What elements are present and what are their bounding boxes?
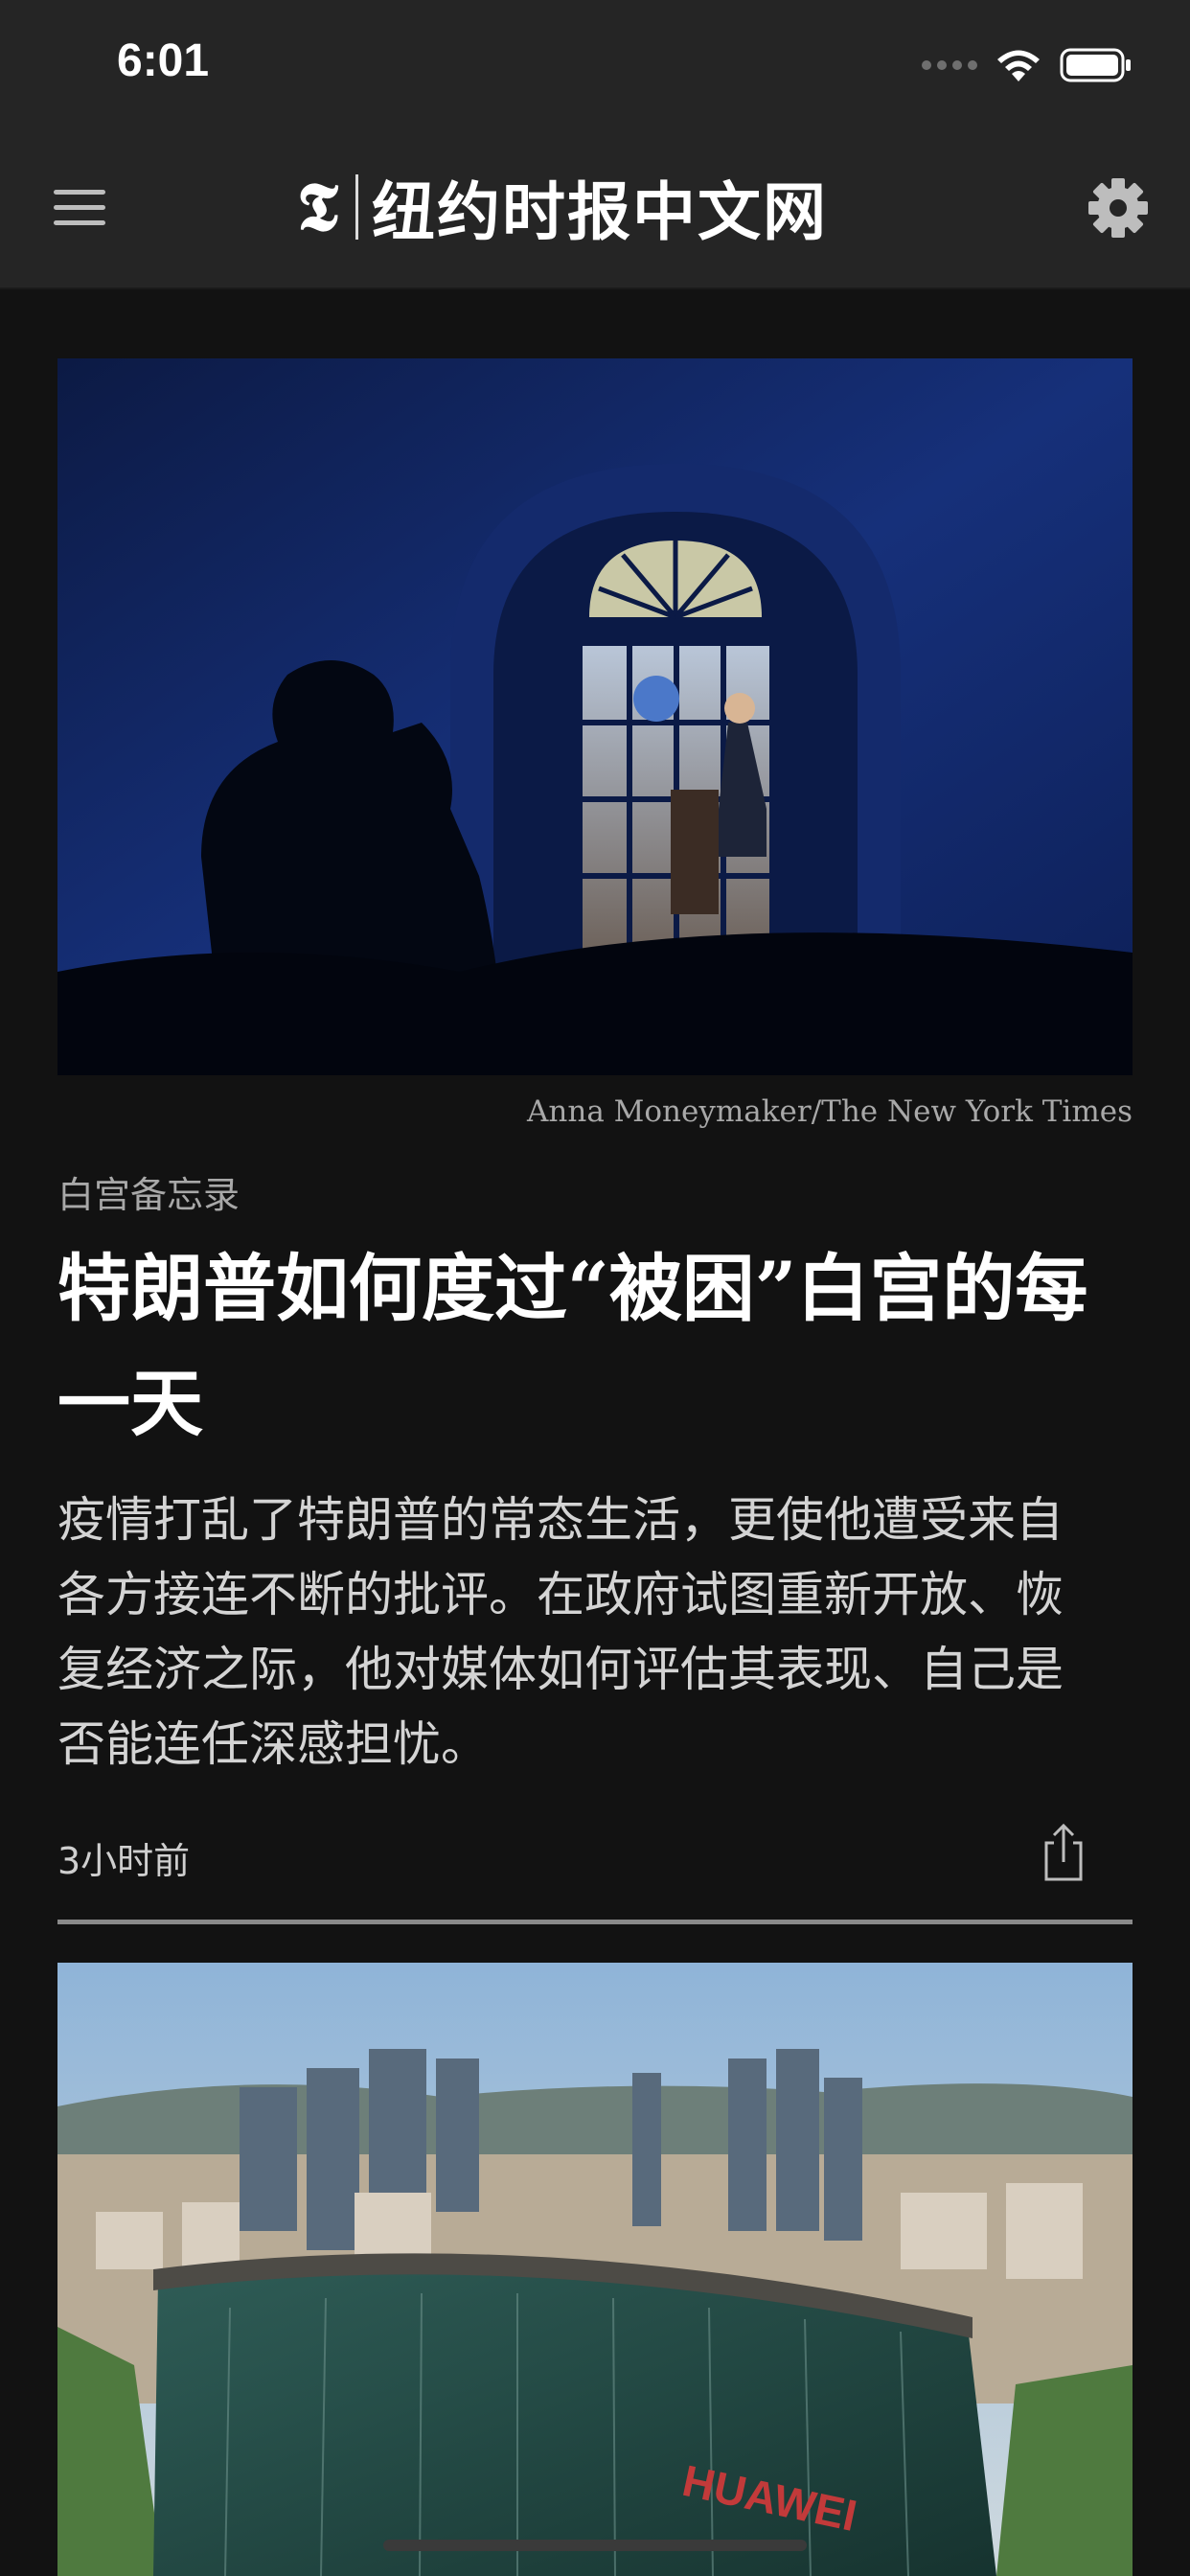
white-house-window-photo xyxy=(57,358,1133,1075)
huawei-building-photo: HUAWEI xyxy=(57,1963,1133,2576)
battery-icon xyxy=(1060,48,1131,82)
gear-icon xyxy=(1088,178,1148,238)
cellular-signal-icon xyxy=(922,60,977,70)
article-kicker[interactable]: 白宫备忘录 xyxy=(57,1165,1133,1218)
brand-title: 纽约时报中文网 xyxy=(371,174,828,249)
article-hero-image[interactable] xyxy=(57,358,1133,1075)
share-icon xyxy=(1044,1823,1083,1881)
nav-bar: 𝕿 纽约时报中文网 xyxy=(0,126,1190,289)
home-indicator xyxy=(383,2540,807,2551)
wifi-icon xyxy=(997,50,1040,81)
article-meta: 3小时前 xyxy=(57,1822,1133,1883)
lead-article[interactable]: Anna Moneymaker/The New York Times 白宫备忘录… xyxy=(57,358,1133,1924)
article-headline[interactable]: 特朗普如何度过“被困”白宫的每一天 xyxy=(57,1231,1111,1461)
image-credit: Anna Moneymaker/The New York Times xyxy=(527,1094,1133,1129)
article-summary[interactable]: 疫情打乱了特朗普的常态生活，更使他遭受来自各方接连不断的批评。在政府试图重新开放… xyxy=(57,1483,1102,1782)
share-button[interactable] xyxy=(1037,1822,1090,1883)
next-article-image[interactable]: HUAWEI xyxy=(57,1963,1133,2576)
status-time: 6:01 xyxy=(117,35,210,86)
brand-divider xyxy=(355,174,358,240)
menu-button[interactable] xyxy=(48,184,113,230)
nyt-t-logo-icon: 𝕿 xyxy=(297,167,338,246)
status-indicators xyxy=(922,42,1133,88)
brand-logo: 𝕿 纽约时报中文网 xyxy=(297,161,828,253)
article-timestamp: 3小时前 xyxy=(57,1840,191,1882)
settings-button[interactable] xyxy=(1085,174,1152,242)
status-bar: 6:01 xyxy=(0,0,1190,126)
article-separator xyxy=(57,1920,1133,1924)
